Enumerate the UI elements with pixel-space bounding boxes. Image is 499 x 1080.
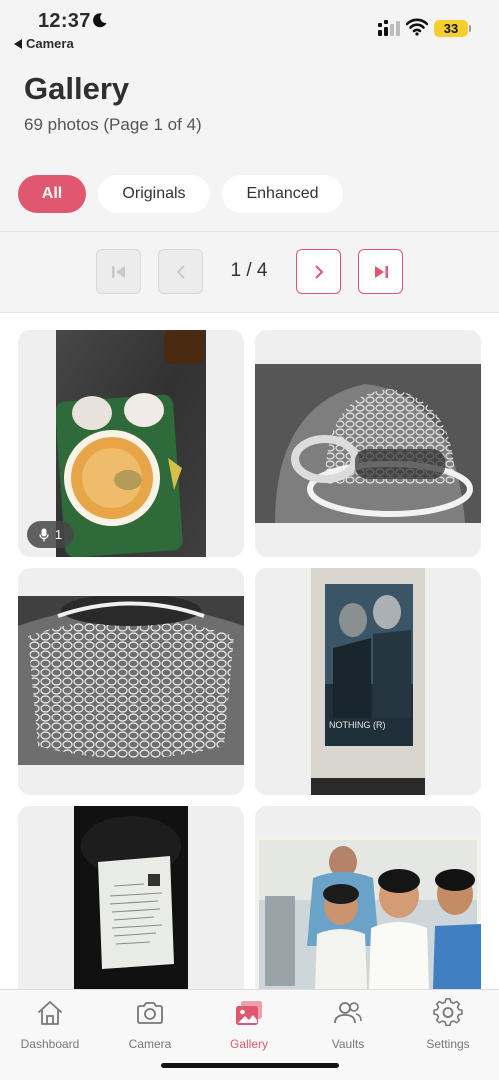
tab-vaults[interactable]: Vaults [298, 994, 398, 1054]
photo-thumbnail [18, 596, 244, 765]
skip-last-icon [374, 265, 388, 278]
page-indicator: 1 / 4 [230, 260, 268, 281]
next-page-button[interactable] [296, 249, 341, 294]
wifi-icon [406, 18, 428, 36]
tab-label: Dashboard [20, 1037, 80, 1051]
filter-chip-all[interactable]: All [18, 175, 86, 213]
back-to-app-link[interactable]: Camera [14, 36, 74, 51]
photo-thumbnail [56, 330, 206, 557]
back-app-label: Camera [26, 36, 74, 51]
filter-chip-originals[interactable]: Originals [98, 175, 210, 213]
filter-chip-enhanced[interactable]: Enhanced [222, 175, 343, 213]
chevron-left-icon [176, 265, 184, 278]
camera-icon [137, 1002, 163, 1024]
status-time: 12:37 [38, 10, 91, 32]
previous-page-button[interactable] [158, 249, 203, 294]
photo-card[interactable]: 1 [18, 330, 244, 557]
audio-count: 1 [54, 527, 63, 542]
skip-first-icon [111, 265, 125, 278]
users-icon [334, 1002, 362, 1024]
home-indicator[interactable] [161, 1063, 339, 1068]
tab-camera[interactable]: Camera [100, 994, 200, 1054]
photo-thumbnail: NOTHING (R) [311, 568, 425, 795]
photo-thumbnail [255, 364, 481, 523]
photo-thumbnail [255, 836, 481, 989]
microphone-icon [39, 528, 49, 541]
tab-dashboard[interactable]: Dashboard [0, 994, 100, 1054]
battery-tip [469, 25, 471, 32]
battery-indicator: 33 [434, 20, 468, 37]
poster-text: NOTHING (R) [329, 720, 386, 730]
photo-grid: 1 NOTHING (R) [0, 313, 499, 989]
tab-label: Camera [128, 1037, 172, 1051]
cellular-signal-icon [378, 20, 400, 36]
moon-icon [93, 13, 107, 28]
photo-card[interactable]: NOTHING (R) [255, 568, 481, 795]
photo-card[interactable] [255, 330, 481, 557]
photo-card[interactable] [18, 568, 244, 795]
photo-thumbnail [74, 806, 188, 989]
photo-card[interactable] [18, 806, 244, 989]
back-arrow-icon [14, 38, 22, 49]
gear-icon [433, 998, 463, 1027]
gallery-icon [236, 1001, 262, 1025]
chevron-right-icon [315, 265, 323, 278]
status-bar: 12:37 Camera 33 [0, 0, 499, 58]
last-page-button[interactable] [358, 249, 403, 294]
tab-label: Gallery [229, 1037, 268, 1051]
audio-note-badge: 1 [27, 521, 74, 548]
tab-gallery[interactable]: Gallery [199, 994, 299, 1054]
page-title: Gallery [24, 71, 130, 106]
photo-card[interactable] [255, 806, 481, 989]
first-page-button[interactable] [96, 249, 141, 294]
home-icon [38, 1001, 62, 1025]
tab-label: Settings [426, 1037, 470, 1051]
tab-label: Vaults [331, 1037, 365, 1051]
photo-count-subtitle: 69 photos (Page 1 of 4) [24, 115, 202, 134]
tab-settings[interactable]: Settings [398, 994, 498, 1054]
